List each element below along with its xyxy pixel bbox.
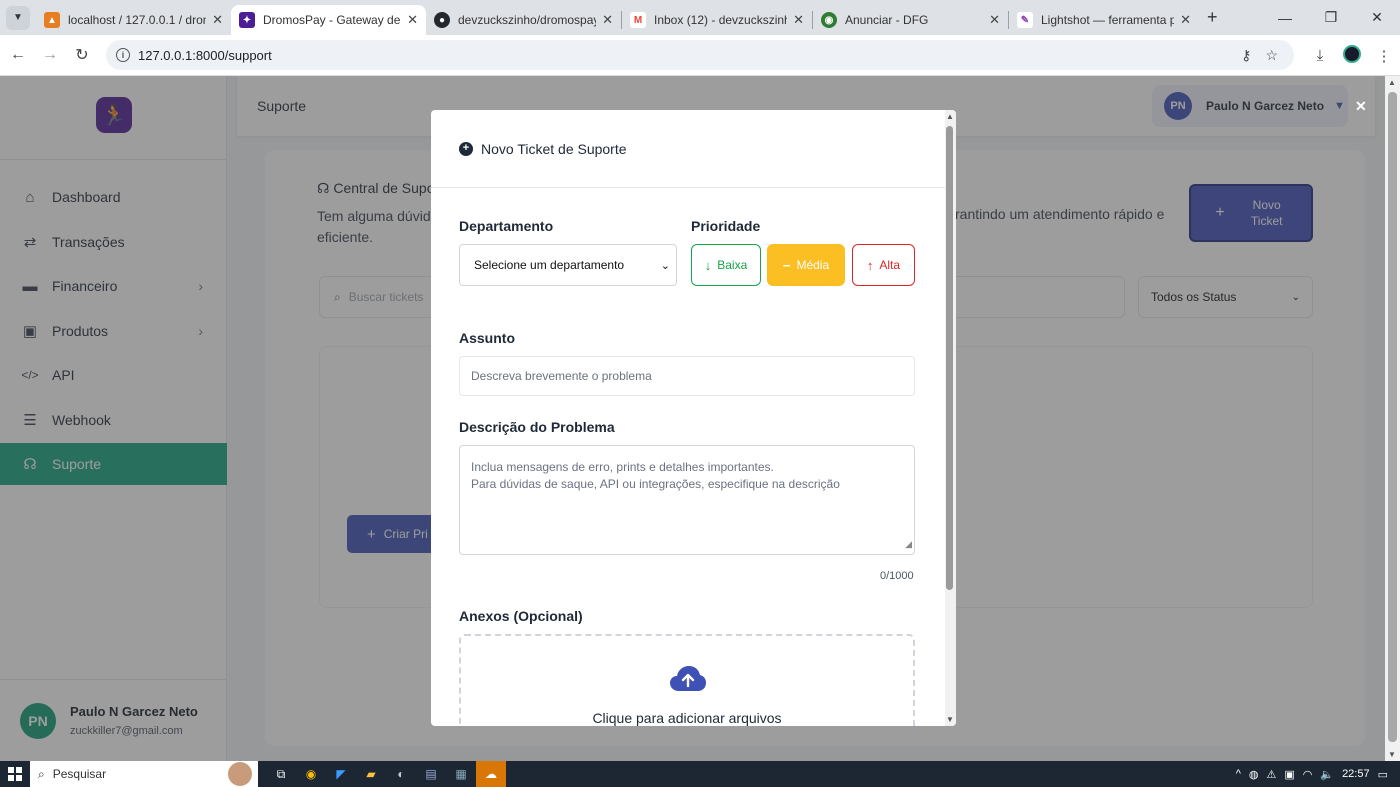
window-controls: — ❐ ✕ [1262,0,1400,35]
priority-high-button[interactable]: ↑ Alta [852,244,915,286]
taskbar-search[interactable]: ⌕ Pesquisar [30,761,258,787]
department-label: Departamento [459,218,554,234]
browser-menu-icon[interactable]: ⋮ [1368,47,1400,65]
arrow-up-icon: ↑ [866,257,874,273]
close-tab-icon[interactable]: ✕ [989,12,1000,28]
reload-icon[interactable]: ↻ [66,45,98,65]
browser-tab[interactable]: M Inbox (12) - devzuckszinho@gmail ✕ [622,5,812,35]
key-icon[interactable]: ⚷ [1241,47,1251,64]
dfg-favicon-icon: ◉ [821,12,837,28]
wifi-icon[interactable]: ◠ [1303,768,1313,781]
dromospay-favicon-icon: ✦ [239,12,255,28]
close-icon[interactable]: ✕ [1355,98,1367,115]
browser-tab[interactable]: ● devzuckszinho/dromospay: gateway ✕ [426,5,621,35]
plus-circle-icon: + [459,141,473,156]
github-favicon-icon: ● [434,12,450,28]
description-textarea[interactable]: Inclua mensagens de erro, prints e detal… [459,445,915,555]
browser-tab[interactable]: ✎ Lightshot — ferramenta para ✕ [1009,5,1199,35]
notepad-icon[interactable]: ▤ [416,761,446,787]
chrome-icon[interactable]: ◉ [296,761,326,787]
chevron-down-icon: ⌄ [660,259,670,272]
cloud-app-icon[interactable]: ☁ [476,761,506,787]
arrow-down-icon: ↓ [704,257,712,273]
address-bar[interactable]: i 127.0.0.1:8000/support ⚷ ☆ [106,40,1294,70]
volume-icon[interactable]: 🔈 [1320,768,1334,781]
forward-icon[interactable]: → [34,46,66,64]
browser-tab[interactable]: ▲ localhost / 127.0.0.1 / dromospay ✕ [36,5,231,35]
subject-label: Assunto [459,330,515,346]
attachments-label: Anexos (Opcional) [459,608,583,624]
notifications-icon[interactable]: ▭ [1378,768,1388,781]
scroll-up-icon[interactable]: ▲ [1388,78,1396,87]
modal-header: + Novo Ticket de Suporte [431,110,946,188]
page-scrollbar[interactable]: ▲ ▼ [1385,76,1400,761]
app-icon[interactable]: ▦ [446,761,476,787]
chevron-up-icon[interactable]: ^ [1236,768,1241,780]
steam-icon[interactable]: ◐ [386,761,416,787]
scrollbar-thumb[interactable] [1388,92,1397,742]
taskbar-apps: ⧉ ◉ ◤ ▰ ◐ ▤ ▦ ☁ [266,761,506,787]
tab-search-button[interactable]: ▼ [6,5,30,30]
task-view-icon[interactable]: ⧉ [266,761,296,787]
system-tray: ^ ◍ ⚠ ▣ ◠ 🔈 22:57 ▭ [1236,761,1400,787]
site-info-icon[interactable]: i [116,48,130,62]
download-icon[interactable]: ⤓ [1304,47,1336,64]
close-tab-icon[interactable]: ✕ [793,12,804,28]
phpmyadmin-favicon-icon: ▲ [44,12,60,28]
windows-start-icon[interactable] [0,761,30,787]
description-label: Descrição do Problema [459,419,615,435]
priority-label: Prioridade [691,218,761,234]
os-taskbar: ⌕ Pesquisar ⧉ ◉ ◤ ▰ ◐ ▤ ▦ ☁ ^ ◍ ⚠ ▣ ◠ 🔈 … [0,761,1400,787]
meet-icon[interactable]: ▣ [1284,768,1294,781]
vscode-icon[interactable]: ◤ [326,761,356,787]
resize-handle-icon[interactable]: ◢ [905,536,912,553]
back-icon[interactable]: ← [2,46,34,64]
scroll-down-icon[interactable]: ▼ [1388,750,1396,759]
priority-medium-button[interactable]: − Média [767,244,845,286]
cloud-upload-icon [670,666,706,691]
modal-title: Novo Ticket de Suporte [481,140,627,157]
browser-tab-active[interactable]: ✦ DromosPay - Gateway de Pagamento ✕ [231,5,426,35]
minus-icon: − [782,257,791,273]
dropzone-text: Clique para adicionar arquivos [592,710,782,726]
url-text[interactable]: 127.0.0.1:8000/support [138,48,272,63]
search-icon: ⌕ [38,766,45,781]
file-explorer-icon[interactable]: ▰ [356,761,386,787]
scroll-down-icon[interactable]: ▼ [946,715,954,724]
browser-tab-bar: ▼ ▲ localhost / 127.0.0.1 / dromospay ✕ … [0,0,1400,35]
new-ticket-modal: + Novo Ticket de Suporte Departamento Se… [431,110,956,726]
attachments-dropzone[interactable]: Clique para adicionar arquivos [459,634,915,726]
clock[interactable]: 22:57 [1342,768,1370,780]
subject-input[interactable]: Descreva brevemente o problema [459,356,915,396]
character-counter: 0/1000 [880,570,914,582]
security-icon[interactable]: ◍ [1249,768,1259,781]
scroll-up-icon[interactable]: ▲ [946,112,954,121]
department-select[interactable]: Selecione um departamento ⌄ [459,244,677,286]
gmail-favicon-icon: M [630,12,646,28]
new-tab-icon[interactable]: + [1207,7,1218,28]
browser-toolbar: ← → ↻ i 127.0.0.1:8000/support ⚷ ☆ ⤓ ⋮ [0,35,1400,76]
modal-scrollbar[interactable]: ▲ ▼ [945,110,956,726]
restore-icon[interactable]: ❐ [1308,0,1354,35]
search-highlight-icon [228,762,252,786]
window-close-icon[interactable]: ✕ [1354,0,1400,35]
close-tab-icon[interactable]: ✕ [1180,12,1191,28]
bookmark-star-icon[interactable]: ☆ [1265,47,1278,64]
browser-tab[interactable]: ◉ Anunciar - DFG ✕ [813,5,1008,35]
lightshot-favicon-icon: ✎ [1017,12,1033,28]
priority-low-button[interactable]: ↓ Baixa [691,244,761,286]
profile-icon[interactable] [1336,44,1368,67]
close-tab-icon[interactable]: ✕ [407,12,418,28]
minimize-icon[interactable]: — [1262,0,1308,35]
close-tab-icon[interactable]: ✕ [212,12,223,28]
network-warning-icon[interactable]: ⚠ [1266,768,1276,781]
scrollbar-thumb[interactable] [946,126,953,590]
close-tab-icon[interactable]: ✕ [602,12,613,28]
